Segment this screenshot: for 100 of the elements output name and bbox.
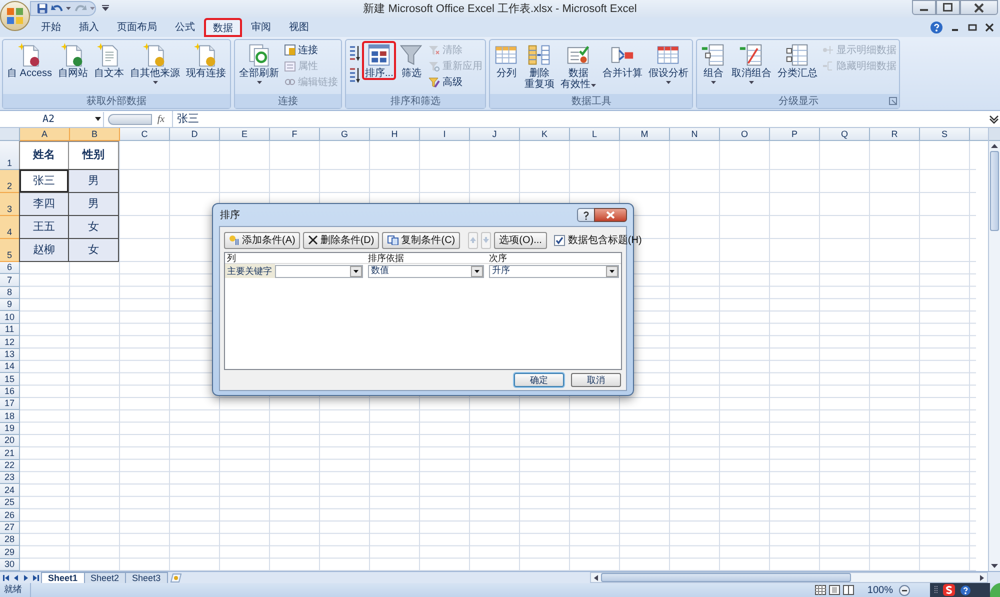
ribbon-button[interactable]: 筛选 (397, 42, 426, 79)
table-cell[interactable]: 李四 (19, 192, 69, 216)
next-sheet-icon[interactable] (22, 572, 30, 582)
ribbon-tab[interactable]: 数据 (204, 18, 242, 37)
column-header[interactable]: F (270, 128, 320, 141)
row-header[interactable]: 1 (0, 141, 20, 170)
ribbon-button[interactable]: 自文本 (92, 42, 126, 79)
row-header[interactable]: 15 (0, 373, 20, 386)
row-header[interactable]: 30 (0, 558, 20, 571)
formula-input[interactable]: 张三 (172, 111, 989, 127)
column-header[interactable]: C (120, 128, 170, 141)
zoom-out-icon[interactable] (899, 584, 910, 596)
column-header[interactable]: K (520, 128, 570, 141)
row-header[interactable]: 18 (0, 410, 20, 423)
column-header[interactable]: A (20, 128, 70, 141)
last-sheet-icon[interactable] (32, 572, 40, 582)
ribbon-tab[interactable]: 审阅 (242, 18, 280, 37)
column-header[interactable]: O (720, 128, 770, 141)
column-header[interactable]: D (170, 128, 220, 141)
dropdown-field[interactable]: 数值 (368, 264, 484, 278)
column-header[interactable]: E (220, 128, 270, 141)
table-cell[interactable]: 女 (68, 238, 119, 262)
ribbon-button[interactable]: 连接 (283, 43, 340, 57)
ribbon-button[interactable]: 自其他来源 (128, 42, 182, 84)
column-header[interactable]: B (70, 128, 120, 141)
column-header[interactable]: M (620, 128, 670, 141)
scrollbar-thumb[interactable] (990, 151, 999, 231)
column-header[interactable]: H (370, 128, 420, 141)
minimize-button[interactable] (912, 0, 936, 15)
row-header[interactable]: 25 (0, 496, 20, 510)
ribbon-tab[interactable]: 页面布局 (108, 18, 166, 37)
column-header[interactable]: Q (820, 128, 870, 141)
row-header[interactable]: 4 (0, 216, 20, 239)
table-cell[interactable]: 男 (68, 192, 119, 216)
row-header[interactable]: 27 (0, 522, 20, 534)
ribbon-button[interactable]: 分类汇总 (775, 42, 820, 79)
row-header[interactable]: 2 (0, 170, 20, 193)
row-header[interactable]: 24 (0, 484, 20, 497)
toolbar-button[interactable]: 复制条件(C) (382, 232, 460, 248)
table-cell[interactable]: 性别 (68, 141, 119, 170)
table-cell[interactable]: 姓名 (19, 141, 69, 170)
close-button[interactable] (594, 208, 627, 222)
function-button[interactable]: fx (154, 112, 168, 126)
row-header[interactable]: 8 (0, 286, 20, 300)
toolbar-button[interactable]: 添加条件(A) (224, 232, 300, 248)
row-header[interactable]: 21 (0, 447, 20, 460)
column-header[interactable]: P (770, 128, 820, 141)
toolbar-button[interactable]: 删除条件(D) (303, 232, 380, 248)
dropdown-field[interactable] (275, 264, 363, 278)
row-header[interactable]: 29 (0, 546, 20, 559)
row-header[interactable]: 6 (0, 262, 20, 274)
page-break-icon[interactable] (843, 585, 854, 595)
ribbon-button[interactable]: 假设分析 (646, 42, 690, 84)
ribbon-button[interactable]: 排序... (363, 42, 396, 79)
vertical-scrollbar[interactable] (988, 128, 1000, 571)
ribbon-button[interactable]: 删除 重复项 (522, 42, 556, 90)
column-header[interactable]: L (570, 128, 620, 141)
table-cell[interactable]: 男 (68, 169, 119, 193)
help-button[interactable] (577, 208, 595, 222)
row-header[interactable]: 17 (0, 398, 20, 410)
table-cell[interactable]: 张三 (19, 169, 69, 193)
ribbon-button[interactable] (348, 65, 362, 85)
sheet-tab[interactable]: Sheet1 (41, 572, 85, 584)
row-header[interactable]: 13 (0, 348, 20, 361)
table-cell[interactable]: 女 (68, 215, 119, 239)
ribbon-button[interactable]: 高级 (427, 75, 484, 89)
checkbox-label[interactable]: 数据包含标题(H) (568, 232, 642, 248)
formula-bar-handle[interactable] (108, 114, 152, 124)
row-header[interactable]: 14 (0, 360, 20, 374)
dialog-button[interactable]: 确定 (514, 373, 564, 387)
ribbon-button[interactable]: 合并计算 (600, 42, 644, 79)
table-cell[interactable]: 王五 (19, 215, 69, 239)
ribbon-button[interactable]: 分列 (492, 42, 520, 79)
column-header[interactable]: S (920, 128, 970, 141)
ribbon-button[interactable]: 数据 有效性 (558, 42, 598, 90)
row-header[interactable]: 26 (0, 509, 20, 522)
column-header[interactable]: G (320, 128, 370, 141)
ribbon-tab[interactable]: 视图 (280, 18, 318, 37)
name-box[interactable]: A2 (2, 112, 95, 126)
office-button[interactable] (0, 1, 30, 31)
row-header[interactable]: 12 (0, 336, 20, 349)
row-header[interactable]: 28 (0, 534, 20, 546)
checkbox[interactable] (554, 234, 565, 246)
scrollbar-thumb[interactable] (601, 573, 851, 582)
row-header[interactable]: 23 (0, 472, 20, 484)
dialog-launcher-icon[interactable] (889, 97, 898, 105)
restore-button[interactable] (936, 0, 960, 15)
sheet-tab[interactable]: Sheet3 (125, 572, 168, 584)
previous-sheet-icon[interactable] (12, 572, 20, 582)
close-button[interactable] (960, 0, 998, 15)
dropdown-field[interactable]: 升序 (489, 264, 619, 278)
row-header[interactable]: 19 (0, 422, 20, 436)
first-sheet-icon[interactable] (2, 572, 10, 582)
sheet-tab[interactable]: Sheet2 (84, 572, 126, 584)
ribbon-button[interactable]: 全部刷新 (237, 42, 282, 84)
row-header[interactable]: 16 (0, 386, 20, 398)
toolbar-button[interactable]: 选项(O)... (494, 232, 547, 248)
row-header[interactable]: 9 (0, 299, 20, 312)
ribbon-button[interactable]: 组合 (699, 42, 728, 84)
table-cell[interactable]: 赵柳 (19, 238, 69, 262)
